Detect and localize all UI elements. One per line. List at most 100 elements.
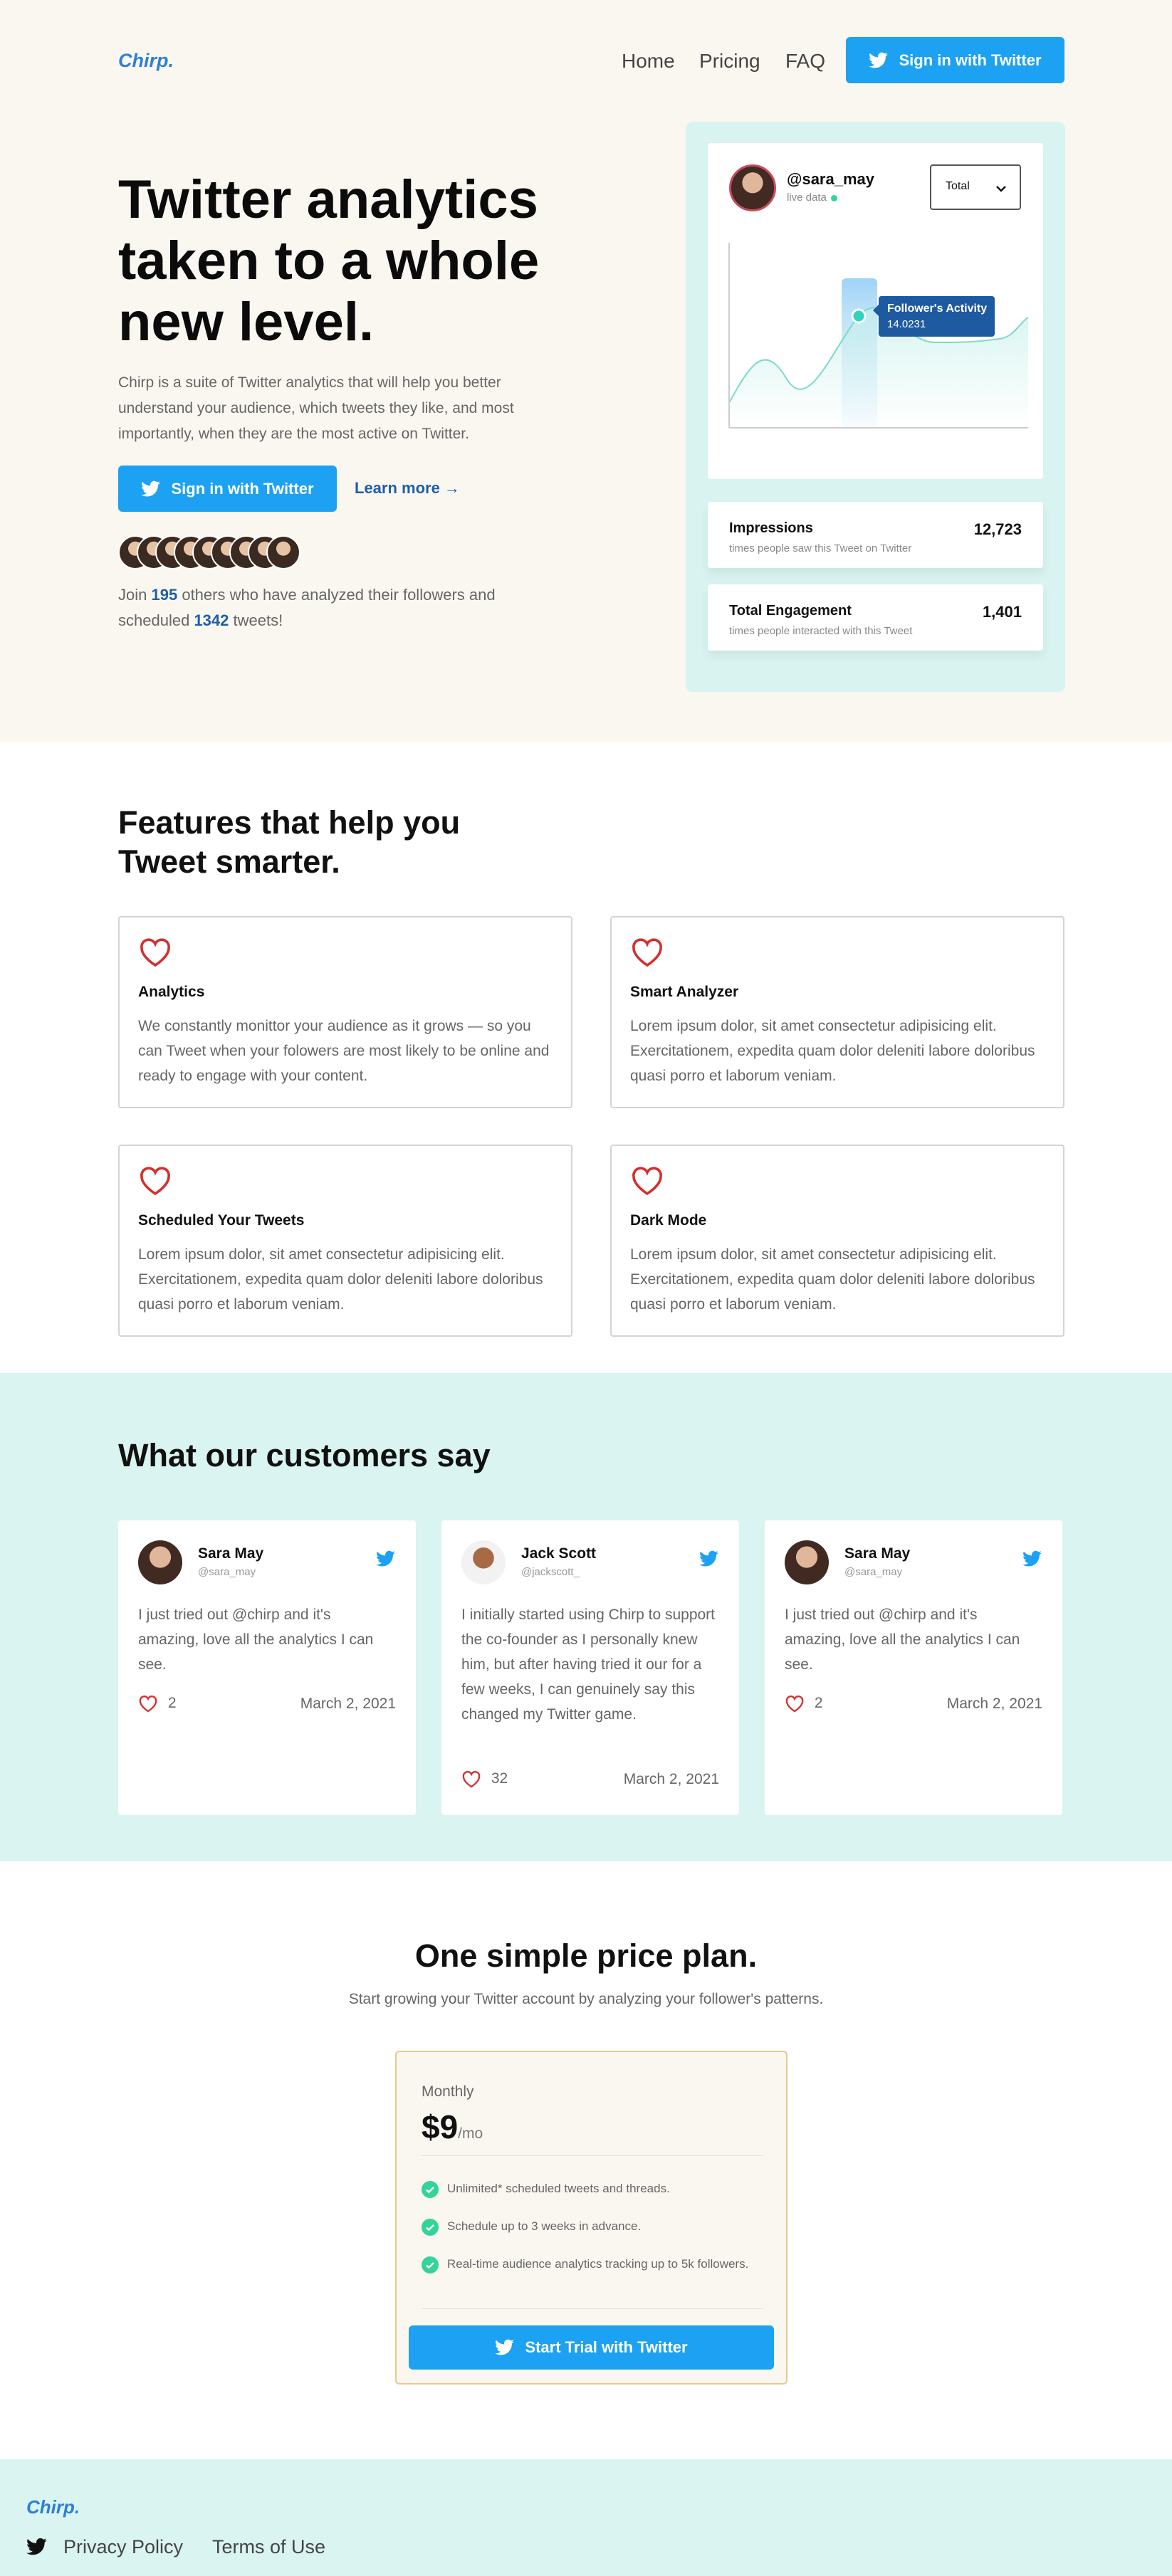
heart-icon[interactable] — [138, 1694, 158, 1713]
testimonials-section: What our customers say Sara May @sara_ma… — [0, 1373, 1172, 1861]
nav-sign-in-button[interactable]: Sign in with Twitter — [846, 37, 1064, 83]
author-handle: @sara_may — [844, 1566, 903, 1578]
feature-card: Analytics We constantly monittor your au… — [118, 916, 572, 1108]
join-text: Join 195 others who have analyzed their … — [118, 582, 545, 634]
chart-tooltip: Follower's Activity 14.0231 — [873, 296, 995, 337]
hero-sign-in-button[interactable]: Sign in with Twitter — [118, 466, 337, 512]
hero-sign-in-label: Sign in with Twitter — [171, 479, 314, 498]
testimonial-text: I initially started using Chirp to suppo… — [461, 1607, 716, 1723]
tooltip-value: 14.0231 — [887, 318, 926, 330]
user-avatars — [118, 535, 310, 571]
features-title: Features that help you Tweet smarter. — [118, 804, 461, 880]
divider — [422, 2155, 763, 2156]
plan-feature: Real-time audience analytics tracking up… — [422, 2254, 756, 2275]
twitter-bird-icon[interactable] — [699, 1549, 719, 1569]
testimonial-date: March 2, 2021 — [300, 1696, 396, 1712]
activity-chart-card: @sara_may live data Total Follower's Act… — [708, 143, 1043, 479]
testimonials-title: What our customers say — [118, 1437, 491, 1473]
activity-line-chart — [728, 243, 1029, 429]
testimonial-footer: 32 March 2, 2021 — [461, 1770, 719, 1791]
stat-value: 1,401 — [982, 603, 1022, 621]
testimonial-footer: 2 March 2, 2021 — [138, 1694, 396, 1715]
twitter-bird-icon[interactable] — [26, 2536, 48, 2557]
author-handle: @jackscott_ — [521, 1566, 580, 1578]
testimonial-card: Sara May @sara_may I just tried out @chi… — [765, 1520, 1062, 1815]
heart-icon[interactable] — [461, 1770, 481, 1788]
feature-title: Analytics — [138, 984, 205, 1000]
plan-feature-text: Unlimited* scheduled tweets and threads. — [447, 2182, 670, 2195]
author-name: Sara May — [844, 1545, 911, 1562]
stat-value: 12,723 — [973, 520, 1022, 538]
pricing-subtitle: Start growing your Twitter account by an… — [348, 1991, 824, 2007]
twitter-bird-icon — [495, 2339, 515, 2355]
feature-title: Smart Analyzer — [630, 984, 739, 1000]
privacy-policy-link[interactable]: Privacy Policy — [63, 2536, 183, 2558]
avatar — [461, 1540, 506, 1584]
chevron-down-icon — [996, 186, 1006, 192]
plan-feature-text: Real-time audience analytics tracking up… — [447, 2257, 749, 2271]
start-trial-button[interactable]: Start Trial with Twitter — [409, 2325, 774, 2370]
twitter-bird-icon[interactable] — [1022, 1549, 1042, 1569]
heart-icon — [140, 938, 170, 967]
feature-description: Lorem ipsum dolor, sit amet consectetur … — [630, 1246, 1035, 1313]
stat-label: Impressions — [729, 520, 813, 536]
check-icon — [422, 2219, 439, 2236]
learn-more-link[interactable]: Learn more → — [355, 479, 460, 498]
heart-icon — [632, 1167, 662, 1196]
feature-description: We constantly monittor your audience as … — [138, 1018, 550, 1084]
stat-label: Total Engagement — [729, 603, 852, 619]
engagement-stat: Total Engagement times people interacted… — [708, 584, 1043, 651]
author-handle: @sara_may — [198, 1566, 256, 1578]
join-count: 195 — [151, 586, 178, 604]
nav-pricing-link[interactable]: Pricing — [699, 50, 760, 73]
twitter-bird-icon — [869, 52, 889, 68]
nav-home-link[interactable]: Home — [622, 50, 675, 73]
like-count: 2 — [814, 1695, 823, 1711]
plan-period: Monthly — [422, 2083, 474, 2100]
stat-description: times people interacted with this Tweet — [729, 625, 913, 637]
check-icon — [422, 2181, 439, 2198]
join-suffix: tweets! — [233, 611, 283, 629]
plan-price: $9/mo — [422, 2108, 483, 2146]
avatar — [138, 1540, 182, 1584]
metric-select[interactable]: Total — [930, 164, 1021, 210]
user-handle: @sara_may — [787, 170, 874, 188]
logo[interactable]: Chirp. — [118, 50, 174, 72]
testimonial-date: March 2, 2021 — [623, 1771, 719, 1787]
avatar — [729, 164, 776, 211]
testimonial-card: Sara May @sara_may I just tried out @chi… — [118, 1520, 416, 1815]
live-dot-icon — [830, 194, 837, 201]
feature-description: Lorem ipsum dolor, sit amet consectetur … — [138, 1246, 543, 1313]
feature-card: Scheduled Your Tweets Lorem ipsum dolor,… — [118, 1145, 572, 1337]
feature-title: Dark Mode — [630, 1212, 707, 1229]
plan-price-unit: /mo — [458, 2125, 483, 2142]
tooltip-label: Follower's Activity — [887, 303, 988, 315]
testimonial-card: Jack Scott @jackscott_ I initially start… — [441, 1520, 739, 1815]
pricing-title: One simple price plan. — [414, 1938, 758, 1974]
feature-card: Smart Analyzer Lorem ipsum dolor, sit am… — [610, 916, 1064, 1108]
terms-of-use-link[interactable]: Terms of Use — [212, 2536, 325, 2558]
nav-sign-in-label: Sign in with Twitter — [899, 51, 1042, 69]
metric-select-value: Total — [946, 180, 970, 192]
like-count: 2 — [167, 1695, 177, 1711]
live-status: live data — [787, 191, 837, 204]
heart-icon[interactable] — [785, 1694, 805, 1713]
plan-price-amount: $9 — [422, 2108, 459, 2145]
tweet-count: 1342 — [194, 611, 229, 629]
author-name: Jack Scott — [521, 1545, 597, 1562]
hero-lead: Chirp is a suite of Twitter analytics th… — [118, 374, 514, 442]
footer-logo[interactable]: Chirp. — [26, 2496, 80, 2518]
testimonial-date: March 2, 2021 — [946, 1696, 1042, 1712]
join-prefix: Join — [118, 586, 147, 604]
feature-description: Lorem ipsum dolor, sit amet consectetur … — [630, 1018, 1035, 1084]
divider — [422, 2308, 763, 2309]
plan-feature: Schedule up to 3 weeks in advance. — [422, 2216, 756, 2237]
avatar — [785, 1540, 829, 1584]
dashboard-preview: @sara_may live data Total Follower's Act… — [686, 122, 1065, 692]
twitter-bird-icon[interactable] — [376, 1549, 396, 1569]
twitter-bird-icon — [141, 480, 161, 496]
avatar — [266, 535, 300, 569]
heart-icon — [632, 938, 662, 967]
nav-faq-link[interactable]: FAQ — [785, 50, 825, 73]
like-count: 32 — [491, 1770, 508, 1787]
